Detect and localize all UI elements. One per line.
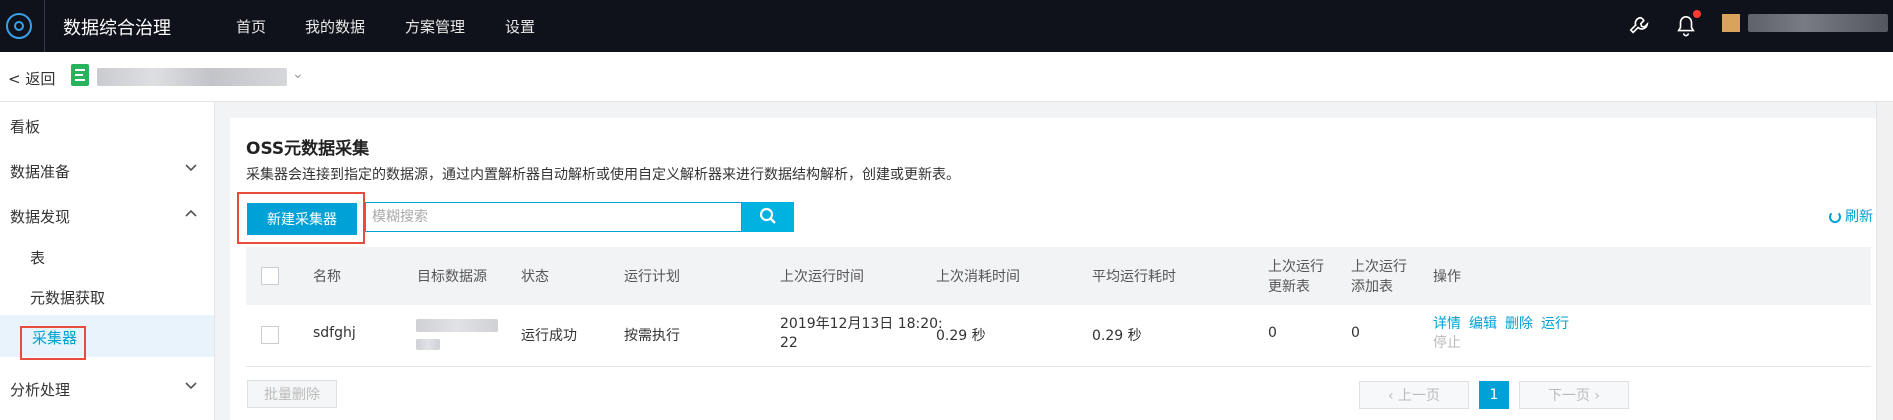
run-link[interactable]: 运行 bbox=[1541, 316, 1569, 332]
sidebar-item-metadata-fetch[interactable]: 元数据获取 bbox=[0, 275, 214, 317]
page-title: OSS元数据采集 bbox=[246, 139, 370, 159]
sidebar: 看板 数据准备 数据发现 表 元数据获取 采集器 分析处理 bbox=[0, 102, 215, 420]
header-line: 更新表 bbox=[1268, 279, 1310, 295]
details-link[interactable]: 详情 bbox=[1433, 316, 1461, 332]
header-updated-tables: 上次运行 更新表 bbox=[1268, 256, 1324, 296]
cell-last-cost: 0.29 秒 bbox=[936, 328, 986, 344]
header-target: 目标数据源 bbox=[417, 269, 487, 285]
header-status: 状态 bbox=[521, 269, 549, 285]
refresh-label: 刷新 bbox=[1845, 209, 1873, 225]
chevron-down-icon[interactable]: ⌄ bbox=[292, 66, 304, 82]
cell-name: sdfghj bbox=[313, 325, 356, 341]
header-last-run[interactable]: 上次运行时间 bbox=[780, 266, 864, 286]
cell-line: 22 bbox=[780, 335, 798, 351]
header-last-cost: 上次消耗时间 bbox=[936, 269, 1020, 285]
sidebar-item-dashboard[interactable]: 看板 bbox=[0, 104, 214, 146]
sidebar-item-label: 看板 bbox=[10, 118, 41, 136]
sidebar-item-label: 数据准备 bbox=[10, 163, 71, 181]
stop-link: 停止 bbox=[1433, 335, 1461, 351]
cell-line: 2019年12月13日 18:20: bbox=[780, 316, 943, 332]
search-button[interactable] bbox=[742, 202, 794, 232]
cell-schedule: 按需执行 bbox=[624, 328, 680, 344]
app-logo-icon[interactable] bbox=[6, 13, 32, 39]
chevron-down-icon bbox=[185, 382, 197, 390]
batch-delete-button: 批量删除 bbox=[247, 380, 337, 408]
sidebar-item-data-prep[interactable]: 数据准备 bbox=[0, 149, 214, 191]
nav-item-plans[interactable]: 方案管理 bbox=[405, 16, 465, 37]
nav-item-my-data[interactable]: 我的数据 bbox=[305, 16, 365, 37]
header-schedule: 运行计划 bbox=[624, 269, 680, 285]
scrollbar[interactable] bbox=[1876, 102, 1893, 420]
cell-updated: 0 bbox=[1268, 325, 1277, 341]
cell-ops: 详情 编辑 删除 运行 停止 bbox=[1433, 315, 1577, 353]
cell-target-redacted bbox=[416, 319, 498, 332]
sidebar-item-data-discovery[interactable]: 数据发现 bbox=[0, 194, 214, 236]
cell-target-redacted bbox=[416, 339, 440, 350]
header-ops: 操作 bbox=[1433, 269, 1461, 285]
search-input[interactable] bbox=[365, 202, 742, 232]
row-checkbox[interactable] bbox=[261, 326, 279, 344]
table-header: 名称 目标数据源 状态 运行计划 上次运行时间 上次消耗时间 平均运行耗时 上次… bbox=[246, 247, 1871, 305]
header-line: 添加表 bbox=[1351, 279, 1393, 295]
sidebar-item-tables[interactable]: 表 bbox=[0, 235, 214, 277]
cell-last-run: 2019年12月13日 18:20: 22 bbox=[780, 315, 943, 353]
username-redacted[interactable] bbox=[1748, 14, 1888, 32]
refresh-icon bbox=[1829, 211, 1841, 223]
next-page-label: 下一页 bbox=[1547, 388, 1590, 404]
bell-icon[interactable] bbox=[1675, 14, 1697, 38]
header-avg-cost: 平均运行耗时 bbox=[1092, 269, 1176, 285]
nav-item-settings[interactable]: 设置 bbox=[505, 16, 535, 37]
sidebar-item-label: 元数据获取 bbox=[30, 289, 106, 307]
prev-page-button: ‹ 上一页 bbox=[1359, 381, 1469, 409]
header-line: 上次运行 bbox=[1351, 259, 1407, 275]
project-bar: < 返回 ⌄ bbox=[0, 52, 1893, 102]
top-navbar: 数据综合治理 首页 我的数据 方案管理 设置 bbox=[0, 0, 1893, 52]
wrench-icon[interactable] bbox=[1628, 15, 1650, 37]
edit-link[interactable]: 编辑 bbox=[1469, 316, 1497, 332]
header-line: 上次运行 bbox=[1268, 259, 1324, 275]
highlight-box bbox=[20, 326, 86, 360]
main-panel: OSS元数据采集 采集器会连接到指定的数据源，通过内置解析器自动解析或使用自定义… bbox=[230, 118, 1893, 420]
select-all-checkbox[interactable] bbox=[261, 267, 279, 285]
page-description: 采集器会连接到指定的数据源，通过内置解析器自动解析或使用自定义解析器来进行数据结… bbox=[246, 167, 960, 183]
cell-status: 运行成功 bbox=[521, 328, 577, 344]
sidebar-item-label: 分析处理 bbox=[10, 381, 71, 399]
app-title: 数据综合治理 bbox=[63, 18, 171, 39]
table-row: sdfghj 运行成功 按需执行 2019年12月13日 18:20: 22 0… bbox=[246, 306, 1871, 367]
chevron-down-icon bbox=[185, 164, 197, 172]
cell-added: 0 bbox=[1351, 325, 1360, 341]
refresh-button[interactable]: 刷新 bbox=[1829, 206, 1873, 226]
highlight-box bbox=[237, 192, 365, 244]
chevron-left-icon: ‹ bbox=[1387, 388, 1394, 404]
avatar[interactable] bbox=[1722, 14, 1740, 32]
sidebar-item-label: 数据发现 bbox=[10, 208, 71, 226]
notification-badge bbox=[1693, 10, 1701, 18]
document-icon bbox=[71, 64, 89, 86]
project-name-redacted[interactable] bbox=[97, 68, 287, 86]
nav-item-home[interactable]: 首页 bbox=[236, 16, 266, 37]
prev-page-label: 上一页 bbox=[1398, 388, 1441, 404]
sidebar-item-label: 表 bbox=[30, 249, 46, 267]
search-icon bbox=[759, 207, 776, 224]
header-added-tables: 上次运行 添加表 bbox=[1351, 256, 1407, 296]
cell-avg-cost: 0.29 秒 bbox=[1092, 328, 1142, 344]
chevron-up-icon bbox=[185, 209, 197, 217]
chevron-right-icon: › bbox=[1594, 388, 1601, 404]
sidebar-item-analysis[interactable]: 分析处理 bbox=[0, 367, 214, 409]
header-name[interactable]: 名称 bbox=[313, 266, 341, 286]
page-button-current[interactable]: 1 bbox=[1479, 381, 1509, 409]
back-link[interactable]: < 返回 bbox=[8, 68, 55, 89]
divider bbox=[44, 0, 45, 52]
delete-link[interactable]: 删除 bbox=[1505, 316, 1533, 332]
next-page-button: 下一页 › bbox=[1519, 381, 1629, 409]
